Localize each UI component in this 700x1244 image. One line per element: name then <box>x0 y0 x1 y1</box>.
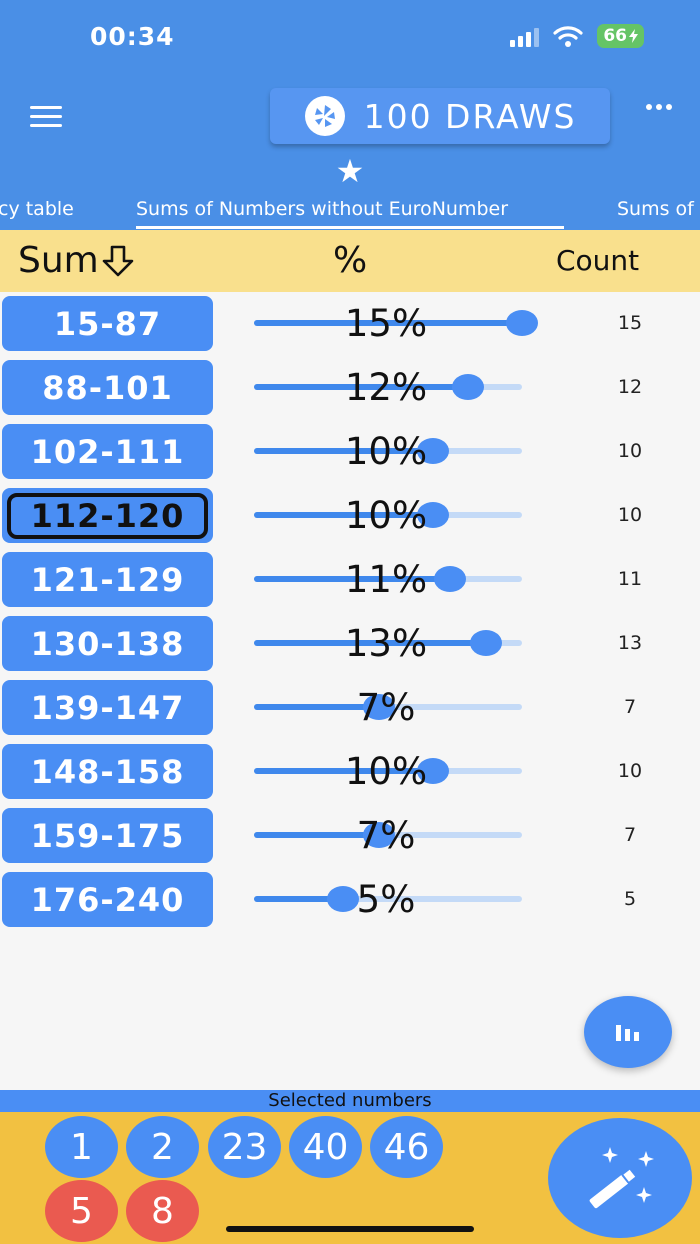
sum-header-label: Sum <box>18 240 99 281</box>
table-row: 176-240 5% 5 <box>0 868 700 932</box>
table-row: 121-129 11% 11 <box>0 548 700 612</box>
table-row: 130-138 13% 13 <box>0 612 700 676</box>
sum-range-button[interactable]: 176-240 <box>2 872 213 927</box>
home-indicator <box>226 1226 474 1232</box>
table-row: 159-175 7% 7 <box>0 804 700 868</box>
sum-range-label: 159-175 <box>30 816 185 855</box>
percentage-label: 7% <box>356 686 416 729</box>
table-row: 15-87 15% 15 <box>0 292 700 356</box>
sum-range-button[interactable]: 130-138 <box>2 616 213 671</box>
sum-range-button[interactable]: 159-175 <box>2 808 213 863</box>
active-tab-indicator <box>136 226 564 229</box>
percentage-label: 13% <box>344 622 428 665</box>
count-value: 5 <box>623 888 637 910</box>
aperture-icon <box>304 96 345 136</box>
draws-label: 100 DRAWS <box>363 96 577 136</box>
sum-range-label: 102-111 <box>30 432 185 471</box>
hamburger-menu-icon[interactable] <box>30 106 62 128</box>
magic-wand-button[interactable] <box>548 1118 692 1238</box>
sum-range-label: 139-147 <box>30 688 185 727</box>
cellular-signal-icon <box>510 25 540 47</box>
status-time: 00:34 <box>90 22 175 51</box>
chart-view-button[interactable] <box>584 996 672 1068</box>
slider-thumb[interactable] <box>452 374 484 400</box>
sum-range-label: 176-240 <box>30 880 185 919</box>
table-row: 148-158 10% 10 <box>0 740 700 804</box>
sum-range-label: 148-158 <box>30 752 185 791</box>
charging-bolt-icon <box>629 29 638 43</box>
selected-numbers-title: Selected numbers <box>0 1090 700 1112</box>
table-row: 102-111 10% 10 <box>0 420 700 484</box>
tab-sums-next[interactable]: Sums of <box>617 198 694 220</box>
count-value: 7 <box>623 824 637 846</box>
selected-number-ball[interactable]: 2 <box>126 1116 199 1178</box>
tab-bar: cy table Sums of Numbers without EuroNum… <box>0 198 700 230</box>
sum-range-button[interactable]: 15-87 <box>2 296 213 351</box>
table-row: 112-120 10% 10 <box>0 484 700 548</box>
tab-sums-without-euronumber[interactable]: Sums of Numbers without EuroNumber <box>136 198 508 220</box>
sort-down-arrow-icon <box>102 245 134 276</box>
wifi-icon <box>553 26 583 47</box>
table-header: Sum % Count <box>0 230 700 292</box>
selected-number-ball[interactable]: 23 <box>208 1116 281 1178</box>
sum-range-button[interactable]: 121-129 <box>2 552 213 607</box>
percentage-label: 10% <box>344 750 428 793</box>
selected-euronumber-ball[interactable]: 8 <box>126 1180 199 1242</box>
sum-range-label: 130-138 <box>30 624 185 663</box>
battery-indicator: 66 <box>597 24 644 48</box>
sum-range-button[interactable]: 139-147 <box>2 680 213 735</box>
count-value: 7 <box>623 696 637 718</box>
count-value: 10 <box>617 504 643 526</box>
percentage-label: 10% <box>344 494 428 537</box>
draws-count-button[interactable]: 100 DRAWS <box>270 88 610 144</box>
percentage-label: 10% <box>344 430 428 473</box>
selected-number-ball[interactable]: 1 <box>45 1116 118 1178</box>
count-value: 10 <box>617 760 643 782</box>
favorite-star-icon[interactable]: ★ <box>0 152 700 190</box>
percentage-label: 5% <box>356 878 416 921</box>
count-value: 13 <box>617 632 643 654</box>
app-top-bar: 00:34 66 100 DRAWS ★ cy table Sums of Nu… <box>0 0 700 230</box>
sum-range-button[interactable]: 102-111 <box>2 424 213 479</box>
table-row: 139-147 7% 7 <box>0 676 700 740</box>
percent-column-header[interactable]: % <box>333 240 367 281</box>
sum-range-button[interactable]: 112-120 <box>2 488 213 543</box>
sum-column-header[interactable]: Sum <box>18 240 135 281</box>
slider-thumb[interactable] <box>506 310 538 336</box>
sum-range-label: 112-120 <box>30 496 185 535</box>
selected-number-ball[interactable]: 40 <box>289 1116 362 1178</box>
percentage-label: 11% <box>344 558 428 601</box>
battery-level: 66 <box>603 26 627 46</box>
more-options-icon[interactable] <box>646 104 672 110</box>
percentage-label: 12% <box>344 366 428 409</box>
sum-range-label: 88-101 <box>42 368 173 407</box>
slider-thumb[interactable] <box>470 630 502 656</box>
bar-chart-icon <box>616 1025 639 1041</box>
tab-frequency-table[interactable]: cy table <box>0 198 74 220</box>
status-icons: 66 <box>510 24 644 48</box>
count-value: 12 <box>617 376 643 398</box>
sum-range-label: 121-129 <box>30 560 185 599</box>
percentage-label: 15% <box>344 302 428 345</box>
selected-number-ball[interactable]: 46 <box>370 1116 443 1178</box>
slider-thumb[interactable] <box>434 566 466 592</box>
slider-thumb[interactable] <box>327 886 359 912</box>
count-value: 10 <box>617 440 643 462</box>
count-value: 11 <box>617 568 643 590</box>
sum-range-button[interactable]: 88-101 <box>2 360 213 415</box>
selected-euronumber-ball[interactable]: 5 <box>45 1180 118 1242</box>
sum-range-button[interactable]: 148-158 <box>2 744 213 799</box>
magic-wand-icon <box>589 1147 654 1209</box>
table-row: 88-101 12% 12 <box>0 356 700 420</box>
count-column-header[interactable]: Count <box>556 244 639 277</box>
count-value: 15 <box>617 312 643 334</box>
sum-range-label: 15-87 <box>53 304 162 343</box>
percentage-label: 7% <box>356 814 416 857</box>
